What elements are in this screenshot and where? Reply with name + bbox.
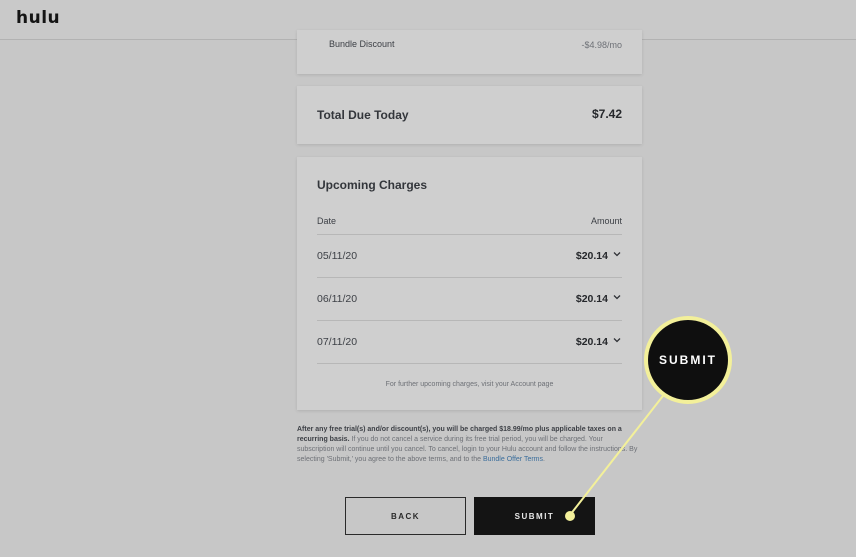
- charge-row[interactable]: 05/11/20 $20.14: [317, 234, 622, 277]
- bundle-offer-terms-link[interactable]: Bundle Offer Terms: [483, 456, 543, 463]
- row-divider: [317, 363, 622, 364]
- date-column-header: Date: [317, 216, 337, 226]
- submit-zoom-callout: SUBMIT: [644, 316, 732, 404]
- upcoming-charges-card: Upcoming Charges Date Amount 05/11/20 $2…: [297, 157, 642, 410]
- upcoming-charges-title: Upcoming Charges: [317, 178, 428, 192]
- submit-button[interactable]: SUBMIT: [474, 497, 595, 535]
- hulu-logo[interactable]: hulu: [16, 8, 60, 28]
- charge-date: 07/11/20: [317, 336, 358, 348]
- amount-column-header: Amount: [590, 216, 622, 226]
- bundle-discount-amount: -$4.98/mo: [581, 40, 622, 50]
- submit-zoom-label: SUBMIT: [648, 320, 728, 400]
- chevron-down-icon[interactable]: [612, 249, 622, 259]
- charge-date: 06/11/20: [317, 293, 358, 305]
- discount-card: Bundle Discount -$4.98/mo: [297, 30, 642, 74]
- charge-row[interactable]: 07/11/20 $20.14: [317, 320, 622, 363]
- back-button[interactable]: BACK: [345, 497, 466, 535]
- charge-amount: $20.14: [575, 293, 608, 305]
- bundle-discount-label: Bundle Discount: [329, 39, 395, 49]
- total-due-card: Total Due Today $7.42: [297, 86, 642, 144]
- charge-amount: $20.14: [575, 336, 608, 348]
- charge-row[interactable]: 06/11/20 $20.14: [317, 277, 622, 320]
- charge-amount: $20.14: [575, 250, 608, 262]
- chevron-down-icon[interactable]: [612, 292, 622, 302]
- legal-terms-end: .: [543, 456, 545, 463]
- legal-terms-text: After any free trial(s) and/or discount(…: [297, 425, 642, 465]
- charge-date: 05/11/20: [317, 250, 358, 262]
- total-due-amount: $7.42: [591, 107, 622, 121]
- total-due-label: Total Due Today: [317, 108, 409, 122]
- chevron-down-icon[interactable]: [612, 335, 622, 345]
- upcoming-charges-footnote: For further upcoming charges, visit your…: [385, 381, 554, 388]
